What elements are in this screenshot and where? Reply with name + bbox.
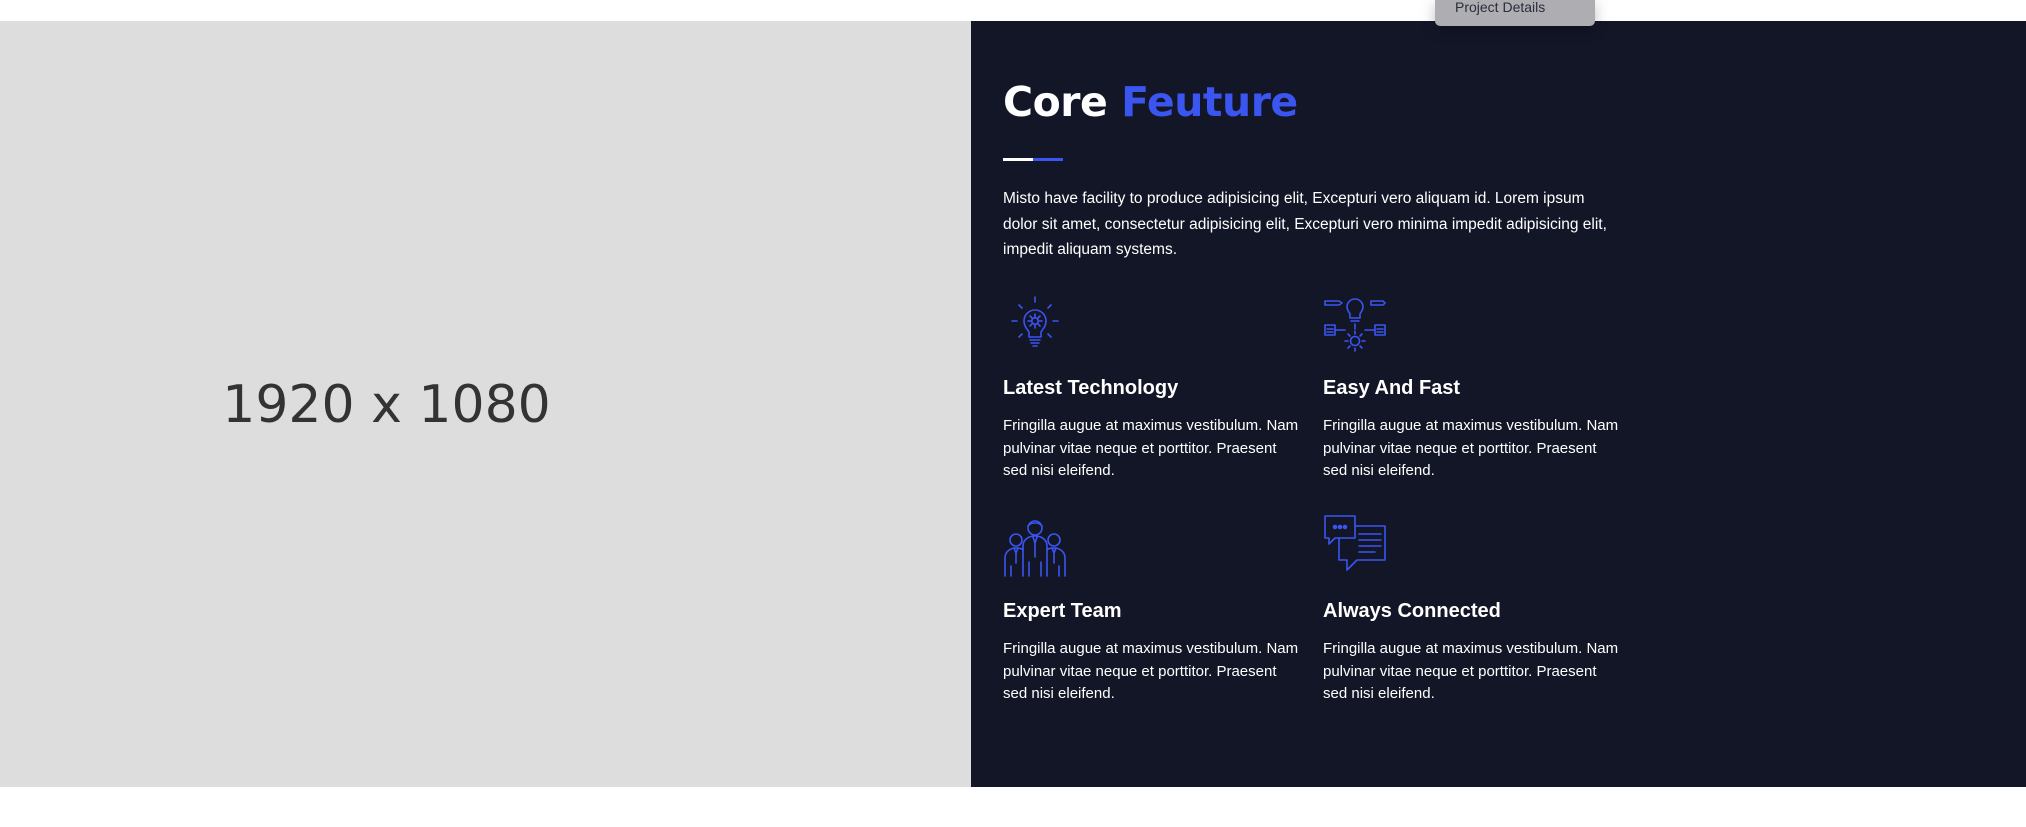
feature-title: Latest Technology [1003,377,1179,399]
dropdown-menu: Project Details [1435,0,1595,26]
feature-description: Fringilla augue at maximus vestibulum. N… [1323,640,1619,702]
team-icon [1004,520,1066,577]
chat-bubbles-icon [1324,515,1386,571]
intro-text: Misto have facility to produce adipisici… [1003,190,1607,258]
menu-item-project-details[interactable]: Project Details [1455,0,1545,15]
feature-title: Easy And Fast [1323,377,1461,399]
feature-easy-and-fast: Easy And Fast Fringilla augue at maximus… [1323,291,1623,479]
lightbulb-gear-icon [1011,296,1059,347]
title-underline-white [1003,158,1033,161]
feature-description: Fringilla augue at maximus vestibulum. N… [1003,640,1299,702]
feature-expert-team: Expert Team Fringilla augue at maximus v… [1003,514,1303,702]
idea-process-icon [1324,298,1386,352]
feature-title: Always Connected [1323,600,1501,622]
title-underline-blue [1033,158,1063,161]
feature-latest-technology: Latest Technology Fringilla augue at max… [1003,291,1303,479]
feature-description: Fringilla augue at maximus vestibulum. N… [1003,417,1299,479]
section-title: Core Feuture [1003,78,1298,127]
feature-description: Fringilla augue at maximus vestibulum. N… [1323,417,1619,479]
feature-always-connected: Always Connected Fringilla augue at maxi… [1323,514,1623,702]
title-part-feuture: Feuture [1121,78,1298,126]
feature-title: Expert Team [1003,600,1122,622]
image-placeholder: 1920 x 1080 [0,21,971,787]
title-part-core: Core [1003,78,1108,126]
placeholder-dimensions: 1920 x 1080 [222,375,551,435]
